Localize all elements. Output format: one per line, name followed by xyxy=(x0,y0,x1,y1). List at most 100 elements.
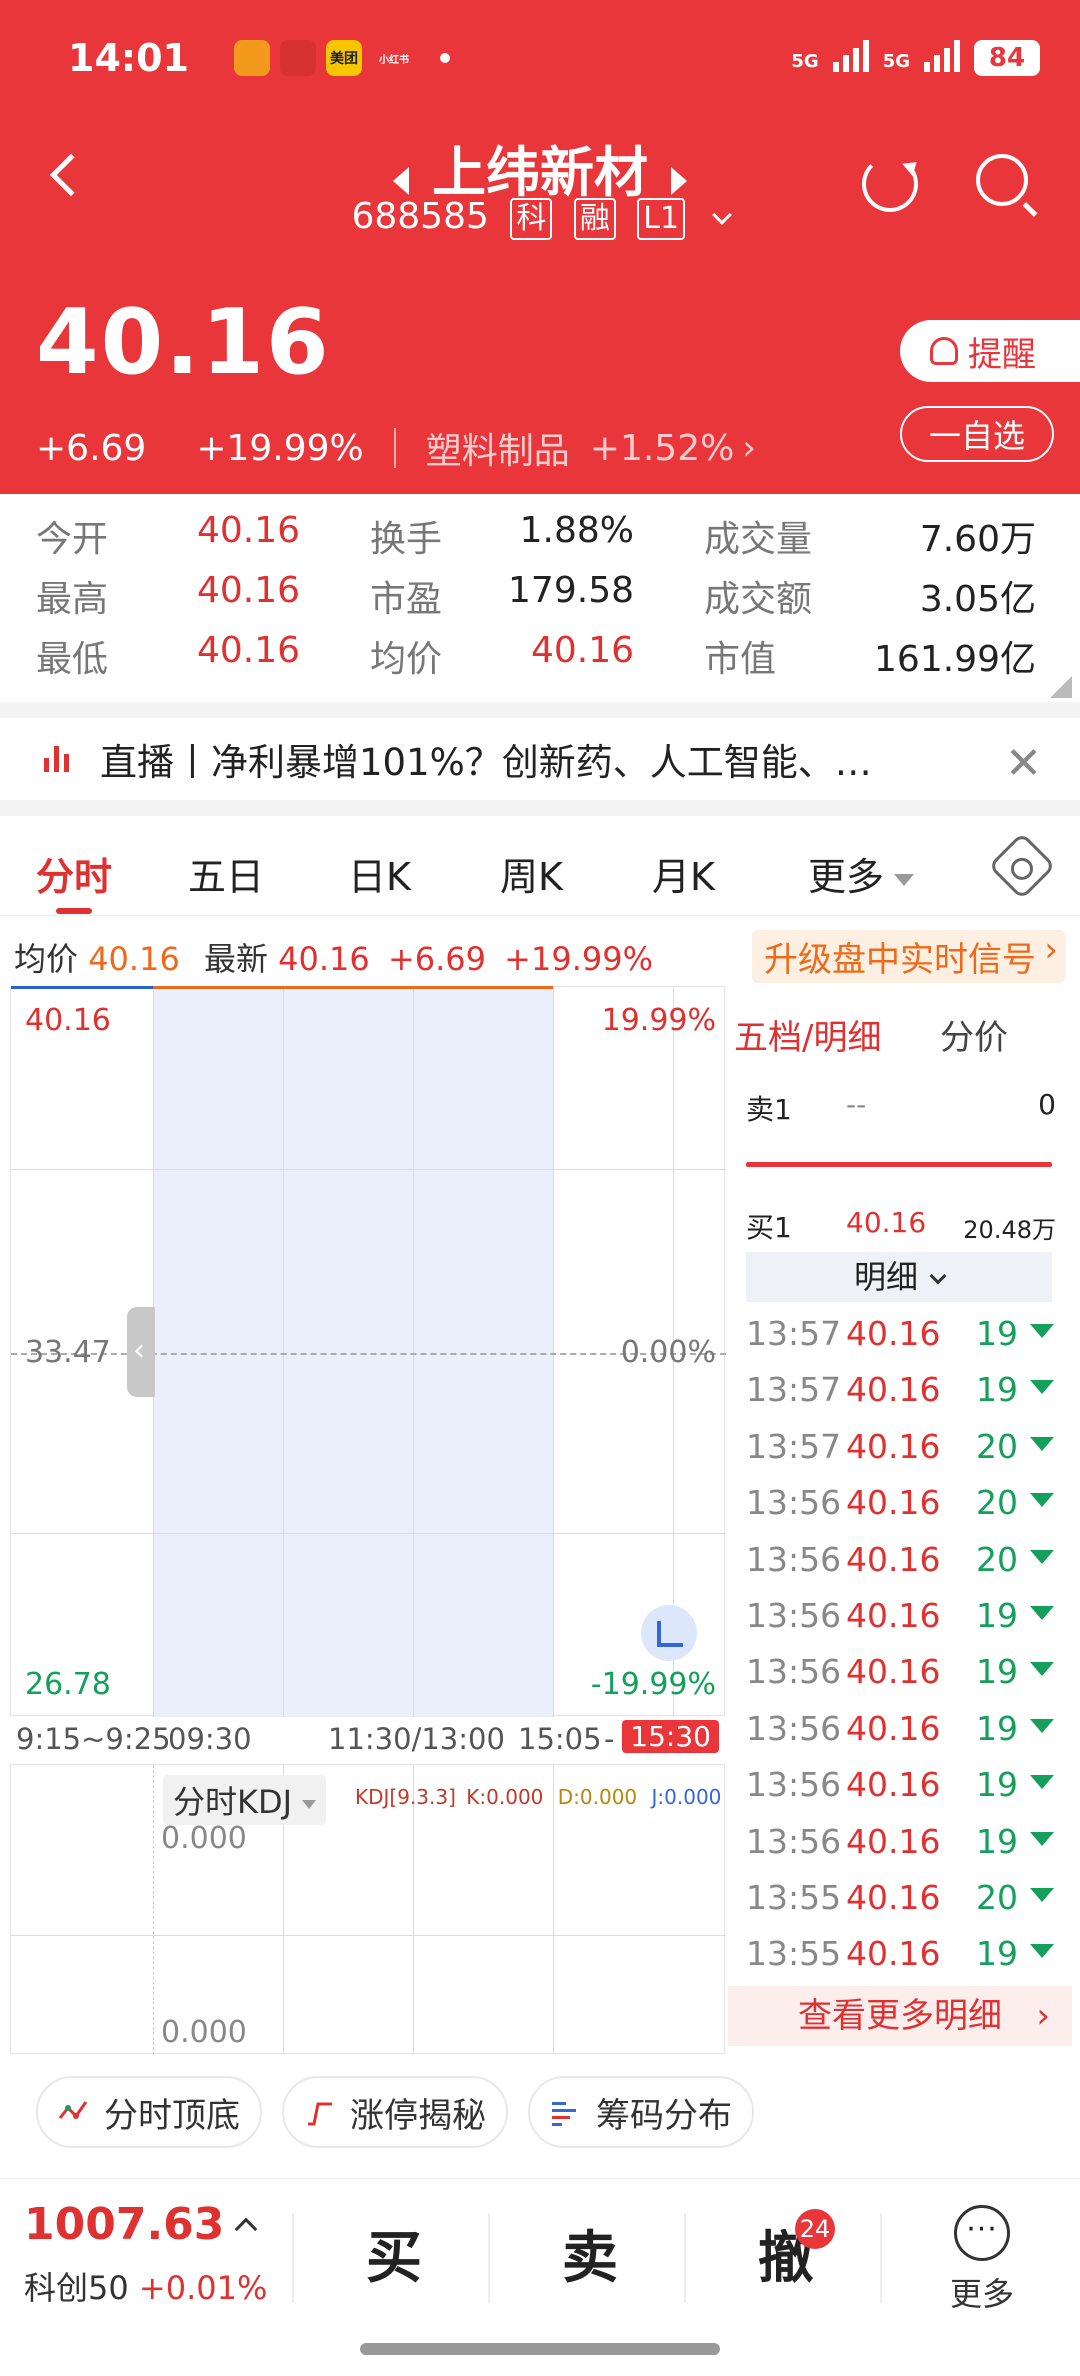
divider xyxy=(684,2213,686,2303)
pre-market-line xyxy=(11,986,153,989)
detail-dropdown[interactable]: 明细 xyxy=(746,1252,1052,1302)
index-widget[interactable]: 1007.63 xyxy=(24,2199,258,2250)
status-bar: 14:01 美团 小红书 5G 5G 84 xyxy=(0,30,1080,90)
stats-row: 最高 40.16 市盈 179.58 成交额 3.05亿 xyxy=(0,570,1080,630)
stat-label: 市值 xyxy=(704,639,777,680)
index-change: +0.01% xyxy=(138,2269,268,2307)
order-ratio-bar xyxy=(746,1162,1052,1167)
time-label: 9:15~9:25 xyxy=(16,1722,171,1756)
tag-star-market: 科 xyxy=(510,198,553,240)
chevron-right-icon[interactable]: › xyxy=(742,428,756,468)
fullscreen-icon[interactable] xyxy=(641,1605,697,1661)
sector-change-pct[interactable]: +1.52% xyxy=(590,428,735,469)
down-arrow-icon xyxy=(1030,1324,1054,1338)
chip-label: 涨停揭秘 xyxy=(350,2095,486,2136)
tick-price: 40.16 xyxy=(846,1934,941,1974)
remind-button[interactable]: 提醒 xyxy=(900,320,1080,382)
stat-label: 均价 xyxy=(370,639,443,680)
grid-vline xyxy=(283,987,284,1717)
down-arrow-icon xyxy=(1030,1380,1054,1395)
sell-1-label: 卖1 xyxy=(746,1093,792,1126)
tick-time: 13:55 xyxy=(746,1878,842,1917)
tag-level: L1 xyxy=(637,198,686,240)
tick-row: 13:57 40.16 19 xyxy=(746,1314,1056,1370)
refresh-icon[interactable] xyxy=(862,156,918,212)
price-change: +6.69 xyxy=(36,427,147,469)
tick-price: 40.16 xyxy=(846,1821,941,1861)
tab-price-distribution[interactable]: 分价 xyxy=(940,1010,1008,1059)
sector-link[interactable]: 塑料制品 xyxy=(426,422,570,474)
intraday-chart[interactable]: 40.16 19.99% 33.47 0.00% 26.78 -19.99% ‹… xyxy=(10,986,726,2056)
bell-icon xyxy=(930,337,958,365)
expand-corner-icon[interactable] xyxy=(1050,676,1072,698)
more-detail-label: 查看更多明细 xyxy=(798,1996,1002,2036)
tick-time: 13:57 xyxy=(746,1370,842,1410)
next-stock-icon[interactable] xyxy=(671,166,688,195)
tick-volume: 20 xyxy=(976,1426,1018,1466)
stat-value: 40.16 xyxy=(196,570,300,611)
stat-label: 换手 xyxy=(370,519,443,560)
grid-hline xyxy=(11,1169,726,1170)
more-icon[interactable]: ··· xyxy=(954,2205,1010,2261)
caret-down-icon xyxy=(894,873,915,886)
price-change-pct: +19.99% xyxy=(196,427,364,469)
divider xyxy=(292,2213,294,2303)
app-icon-2 xyxy=(234,40,270,76)
prev-stock-icon[interactable] xyxy=(392,166,409,195)
chevron-right-icon: › xyxy=(1044,930,1058,970)
kdj-name: KDJ[9.3.3] xyxy=(355,1785,456,1809)
chevron-down-icon[interactable] xyxy=(711,205,732,225)
tick-time: 13:56 xyxy=(746,1652,842,1692)
price-line xyxy=(153,986,553,989)
tab-monthly-k[interactable]: 月K xyxy=(652,846,715,901)
search-icon[interactable] xyxy=(976,154,1028,206)
news-banner[interactable]: 直播丨净利暴增101%？创新药、人工智能、… ✕ xyxy=(0,720,1080,800)
collapse-handle-icon[interactable]: ‹ xyxy=(127,1307,155,1397)
stat-label: 市盈 xyxy=(370,579,443,620)
indicator-selector[interactable]: 分时KDJ xyxy=(163,1775,327,1825)
buy-button[interactable]: 买 xyxy=(366,2213,422,2294)
watchlist-button[interactable]: 一自选 xyxy=(900,406,1054,462)
tab-orderbook-detail[interactable]: 五档/明细 xyxy=(734,1018,881,1058)
chip-intraday-top-bottom[interactable]: 分时顶底 xyxy=(36,2076,262,2148)
kdj-indicator-area[interactable]: 分时KDJ KDJ[9.3.3] K:0.000 D:0.000 J:0.000… xyxy=(10,1764,726,2055)
down-arrow-icon xyxy=(1030,1662,1054,1677)
tab-weekly-k[interactable]: 周K xyxy=(500,846,563,901)
chip-label: 分时顶底 xyxy=(104,2095,240,2136)
caret-down-icon xyxy=(302,1799,317,1809)
tick-time: 13:56 xyxy=(746,1821,842,1861)
index-info[interactable]: 科创50 +0.01% xyxy=(24,2263,267,2309)
tab-five-day[interactable]: 五日 xyxy=(188,846,264,901)
signal-label-2: 5G xyxy=(882,51,910,72)
tick-time: 13:56 xyxy=(746,1596,842,1635)
home-indicator[interactable] xyxy=(360,2343,720,2355)
price-chart-area[interactable]: 40.16 19.99% 33.47 0.00% 26.78 -19.99% ‹ xyxy=(10,986,726,1717)
y-label-low-pct: -19.99% xyxy=(590,1667,716,1702)
stat-value: 40.16 xyxy=(530,630,634,671)
time-label: 11:30/13:00 xyxy=(328,1722,505,1756)
tick-volume: 19 xyxy=(976,1596,1018,1635)
more-button-label[interactable]: 更多 xyxy=(950,2269,1014,2315)
more-detail-button[interactable]: 查看更多明细 › xyxy=(728,1986,1072,2046)
chip-limit-up-reveal[interactable]: 涨停揭秘 xyxy=(282,2076,508,2148)
prev-close-line xyxy=(11,1353,726,1355)
tab-daily-k[interactable]: 日K xyxy=(348,846,411,901)
tab-intraday[interactable]: 分时 xyxy=(36,846,112,901)
time-label: 09:30 xyxy=(168,1722,252,1756)
grid-vline xyxy=(553,987,554,1717)
grid-vline xyxy=(153,1765,154,2055)
stats-row: 今开 40.16 换手 1.88% 成交量 7.60万 xyxy=(0,510,1080,570)
down-arrow-icon xyxy=(1030,1888,1054,1902)
stat-value: 1.88% xyxy=(519,510,634,551)
chip-chip-distribution[interactable]: 筹码分布 xyxy=(528,2076,754,2148)
tab-more[interactable]: 更多 xyxy=(808,846,915,901)
sell-button[interactable]: 卖 xyxy=(562,2213,618,2294)
stock-code-row[interactable]: 688585 科 融 L1 xyxy=(0,196,1080,240)
upgrade-signal-button[interactable]: 升级盘中实时信号 › xyxy=(752,930,1066,983)
y-label-mid-pct: 0.00% xyxy=(620,1335,716,1370)
news-text[interactable]: 直播丨净利暴增101%？创新药、人工智能、… xyxy=(100,732,950,786)
stats-row: 最低 40.16 均价 40.16 市值 161.99亿 xyxy=(0,630,1080,690)
tick-volume: 20 xyxy=(976,1539,1018,1579)
detail-dropdown-label: 明细 xyxy=(853,1258,918,1296)
close-icon[interactable]: ✕ xyxy=(1005,738,1042,789)
